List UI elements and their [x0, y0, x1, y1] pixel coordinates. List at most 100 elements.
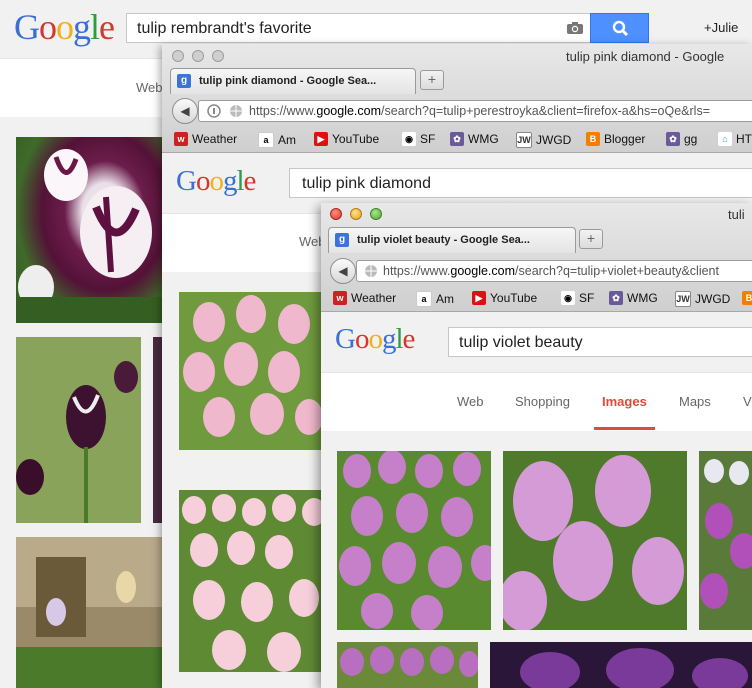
- globe-icon: [364, 264, 378, 281]
- image-thumbnail[interactable]: [16, 137, 164, 323]
- logo-letter: o: [354, 323, 369, 355]
- bookmark-gg[interactable]: ✿ gg: [666, 132, 697, 146]
- google-favicon-icon: g: [177, 74, 191, 88]
- logo-letter: G: [335, 323, 356, 355]
- window1-search-input[interactable]: tulip rembrandt's favorite: [126, 13, 592, 43]
- amazon-icon: a: [416, 291, 432, 307]
- user-link[interactable]: +Julie: [704, 20, 738, 35]
- bookmark-weather[interactable]: w Weather: [174, 132, 237, 146]
- tab-label: tulip violet beauty - Google Sea...: [357, 234, 530, 246]
- window1-google-logo[interactable]: Google: [14, 6, 115, 48]
- eye-icon: ◉: [561, 291, 575, 305]
- zoom-icon[interactable]: [370, 208, 382, 220]
- logo-letter: l: [236, 165, 244, 197]
- bookmark-blogger[interactable]: B Blogger: [586, 132, 645, 146]
- bookmark-youtube[interactable]: ▶ YouTube: [472, 291, 537, 305]
- logo-letter: G: [176, 165, 197, 197]
- tab-label: tulip pink diamond - Google Sea...: [199, 75, 377, 87]
- bookmark-amazon[interactable]: a Am: [258, 132, 296, 148]
- image-thumbnail[interactable]: [699, 451, 752, 630]
- window2-title: tulip pink diamond - Google: [566, 49, 725, 64]
- close-icon[interactable]: [330, 208, 342, 220]
- bookmark-weather[interactable]: w Weather: [333, 291, 396, 305]
- logo-letter: o: [368, 323, 382, 355]
- image-thumbnail[interactable]: [337, 642, 478, 688]
- window3-title: tuli: [728, 207, 745, 222]
- back-button[interactable]: ◀: [172, 98, 198, 124]
- logo-letter: g: [73, 7, 91, 47]
- back-button[interactable]: ◀: [330, 258, 356, 284]
- new-tab-button[interactable]: +: [420, 70, 444, 90]
- home-icon: ⌂: [718, 132, 732, 146]
- window1-search-button[interactable]: [590, 13, 649, 43]
- flower-icon: ✿: [450, 132, 464, 146]
- bookmark-wmg[interactable]: ✿ WMG: [609, 291, 658, 305]
- bookmark-wmg[interactable]: ✿ WMG: [450, 132, 499, 146]
- close-icon[interactable]: [172, 50, 184, 62]
- window2-search-input[interactable]: tulip pink diamond: [289, 168, 752, 198]
- window3-tab[interactable]: g tulip violet beauty - Google Sea...: [328, 227, 576, 253]
- minimize-icon[interactable]: [350, 208, 362, 220]
- weather-icon: w: [174, 132, 188, 146]
- logo-letter: o: [209, 165, 223, 197]
- logo-letter: o: [39, 7, 57, 47]
- flower-icon: ✿: [609, 291, 623, 305]
- search-query-text: tulip pink diamond: [302, 175, 431, 192]
- logo-letter: e: [99, 7, 115, 47]
- tab-images[interactable]: Images: [602, 394, 647, 409]
- eye-icon: ◉: [402, 132, 416, 146]
- bookmark-jwgd[interactable]: JW JWGD: [516, 132, 571, 148]
- search-query-text: tulip violet beauty: [459, 334, 583, 351]
- window2-google-logo[interactable]: Google: [176, 165, 256, 198]
- image-thumbnail[interactable]: [337, 451, 491, 630]
- logo-letter: g: [222, 165, 237, 197]
- window2-url-bar[interactable]: https://www.google.com/search?q=tulip+pe…: [198, 100, 752, 122]
- youtube-icon: ▶: [472, 291, 486, 305]
- image-thumbnail[interactable]: [16, 537, 164, 688]
- image-thumbnail[interactable]: [490, 642, 752, 688]
- bookmark-jwgd[interactable]: JW JWGD: [675, 291, 730, 307]
- image-thumbnail[interactable]: [503, 451, 687, 630]
- logo-letter: l: [90, 7, 100, 47]
- youtube-icon: ▶: [314, 132, 328, 146]
- bookmark-blogger[interactable]: B: [742, 291, 752, 305]
- zoom-icon[interactable]: [212, 50, 224, 62]
- tab-shopping[interactable]: Shopping: [515, 394, 570, 409]
- logo-letter: o: [56, 7, 74, 47]
- logo-letter: o: [195, 165, 210, 197]
- logo-letter: G: [14, 7, 40, 47]
- blogger-icon: B: [742, 291, 752, 305]
- search-icon: [612, 20, 629, 37]
- tab-web[interactable]: Web: [457, 394, 484, 409]
- bookmark-youtube[interactable]: ▶ YouTube: [314, 132, 379, 146]
- tab-maps[interactable]: Maps: [679, 394, 711, 409]
- minimize-icon[interactable]: [192, 50, 204, 62]
- jw-icon: JW: [675, 291, 691, 307]
- window3-google-logo[interactable]: Google: [335, 323, 416, 356]
- weather-icon: w: [333, 291, 347, 305]
- bookmark-amazon[interactable]: a Am: [416, 291, 454, 307]
- bookmark-sf[interactable]: ◉ SF: [402, 132, 435, 146]
- bookmark-ht[interactable]: ⌂ HT: [718, 132, 752, 146]
- image-thumbnail[interactable]: [16, 337, 141, 523]
- jw-icon: JW: [516, 132, 532, 148]
- window3-url-bar[interactable]: https://www.google.com/search?q=tulip+vi…: [356, 260, 752, 282]
- new-tab-button[interactable]: +: [579, 229, 603, 249]
- blogger-icon: B: [586, 132, 600, 146]
- window2-tab[interactable]: g tulip pink diamond - Google Sea...: [170, 68, 416, 94]
- window1-tab-web[interactable]: Web: [136, 80, 163, 95]
- flower-icon: ✿: [666, 132, 680, 146]
- url-text: https://www.google.com/search?q=tulip+pe…: [249, 104, 711, 118]
- tab-videos[interactable]: V: [743, 394, 752, 409]
- bookmark-sf[interactable]: ◉ SF: [561, 291, 594, 305]
- window3-search-input[interactable]: tulip violet beauty: [448, 327, 752, 357]
- image-thumbnail[interactable]: [179, 292, 322, 450]
- logo-letter: e: [402, 323, 416, 355]
- identity-icon: [207, 104, 221, 121]
- camera-icon[interactable]: [566, 21, 584, 40]
- search-query-text: tulip rembrandt's favorite: [137, 20, 312, 37]
- url-text: https://www.google.com/search?q=tulip+vi…: [383, 264, 719, 278]
- globe-icon: [229, 104, 243, 121]
- image-thumbnail[interactable]: [179, 490, 322, 672]
- amazon-icon: a: [258, 132, 274, 148]
